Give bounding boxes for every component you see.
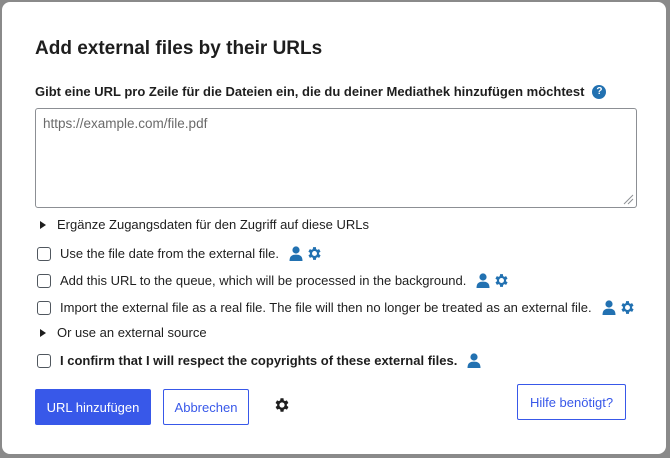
url-label: Gibt eine URL pro Zeile für die Dateien …	[35, 84, 585, 99]
credentials-toggle[interactable]: Ergänze Zugangsdaten für den Zugriff auf…	[37, 217, 369, 232]
help-icon[interactable]: ?	[592, 84, 607, 99]
import-real-file-checkbox[interactable]	[37, 300, 51, 315]
external-source-toggle-label: Or use an external source	[57, 325, 207, 340]
gear-icon[interactable]	[273, 396, 291, 414]
use-file-date-label: Use the file date from the external file…	[60, 246, 279, 261]
credentials-toggle-label: Ergänze Zugangsdaten für den Zugriff auf…	[57, 217, 369, 232]
add-external-files-dialog: Add external files by their URLs Gibt ei…	[2, 2, 666, 454]
user-icon	[467, 353, 481, 368]
url-input[interactable]	[35, 108, 637, 208]
use-file-date-checkbox[interactable]	[37, 246, 51, 261]
gear-icon[interactable]	[306, 245, 323, 262]
confirm-copyright-option: I confirm that I will respect the copyri…	[37, 353, 481, 368]
confirm-copyright-checkbox[interactable]	[37, 353, 51, 368]
help-button[interactable]: Hilfe benötigt?	[517, 384, 626, 420]
triangle-right-icon	[40, 328, 46, 337]
triangle-right-icon	[40, 220, 46, 229]
gear-icon[interactable]	[619, 299, 636, 316]
external-source-toggle[interactable]: Or use an external source	[37, 325, 207, 340]
import-real-file-label: Import the external file as a real file.…	[60, 300, 592, 315]
add-url-button[interactable]: URL hinzufügen	[35, 389, 151, 425]
user-icon	[289, 246, 303, 261]
use-file-date-option: Use the file date from the external file…	[37, 245, 323, 262]
add-to-queue-checkbox[interactable]	[37, 273, 51, 288]
dialog-title: Add external files by their URLs	[35, 38, 323, 59]
cancel-button[interactable]: Abbrechen	[163, 389, 249, 425]
gear-icon[interactable]	[493, 272, 510, 289]
import-real-file-option: Import the external file as a real file.…	[37, 299, 636, 316]
add-to-queue-label: Add this URL to the queue, which will be…	[60, 273, 467, 288]
user-icon	[602, 300, 616, 315]
confirm-copyright-label: I confirm that I will respect the copyri…	[60, 353, 458, 368]
user-icon	[476, 273, 490, 288]
add-to-queue-option: Add this URL to the queue, which will be…	[37, 272, 510, 289]
url-label-row: Gibt eine URL pro Zeile für die Dateien …	[35, 84, 607, 99]
